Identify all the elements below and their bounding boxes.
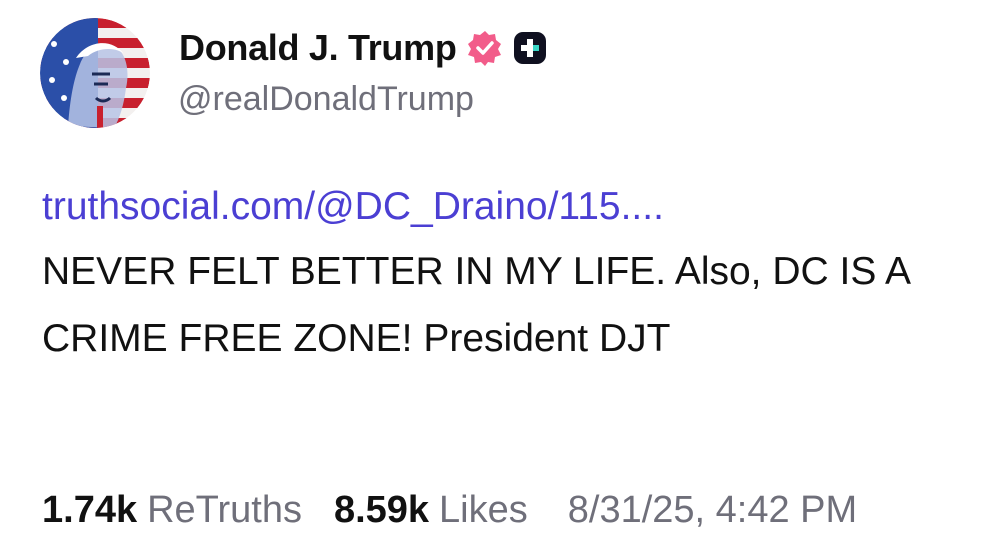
post-link[interactable]: truthsocial.com/@DC_Draino/115.... [42, 178, 972, 236]
avatar[interactable] [40, 18, 150, 128]
display-name[interactable]: Donald J. Trump [179, 27, 457, 69]
retruths-stat[interactable]: 1.74k ReTruths [42, 489, 302, 532]
author-handle[interactable]: @realDonaldTrump [178, 80, 474, 119]
likes-count: 8.59k [333, 488, 430, 531]
post-text: NEVER FELT BETTER IN MY LIFE. Also, DC I… [42, 250, 909, 360]
post-stats: 1.74k ReTruths 8.59k Likes 8/31/25, 4:42… [42, 482, 857, 538]
post-timestamp[interactable]: 8/31/25, 4:42 PM [568, 489, 857, 532]
retruths-count: 1.74k [42, 488, 138, 531]
flag-portrait-avatar-icon [40, 18, 150, 128]
truth-plus-badge-icon [513, 31, 547, 65]
retruths-label: ReTruths [147, 488, 302, 531]
post-body: truthsocial.com/@DC_Draino/115.... NEVER… [42, 178, 972, 372]
likes-stat[interactable]: 8.59k Likes [334, 489, 528, 532]
likes-label: Likes [439, 488, 528, 531]
verified-badge-icon [467, 30, 503, 66]
